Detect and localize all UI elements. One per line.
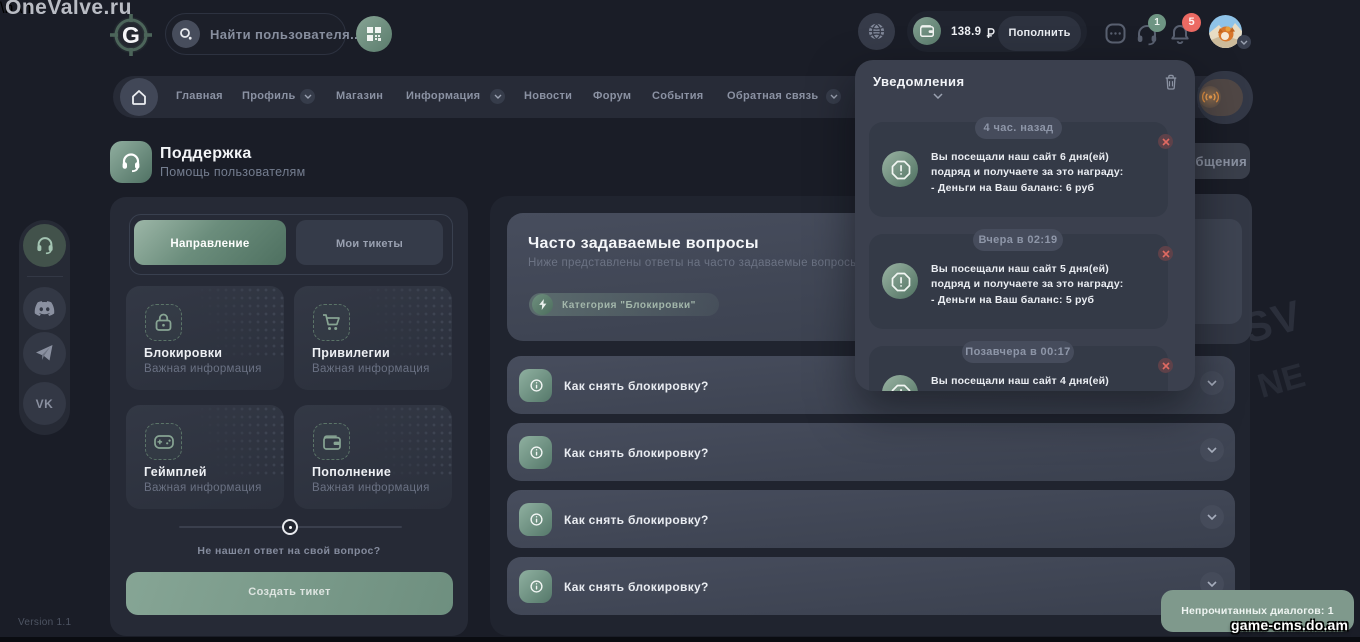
svg-text:G: G — [122, 22, 140, 48]
